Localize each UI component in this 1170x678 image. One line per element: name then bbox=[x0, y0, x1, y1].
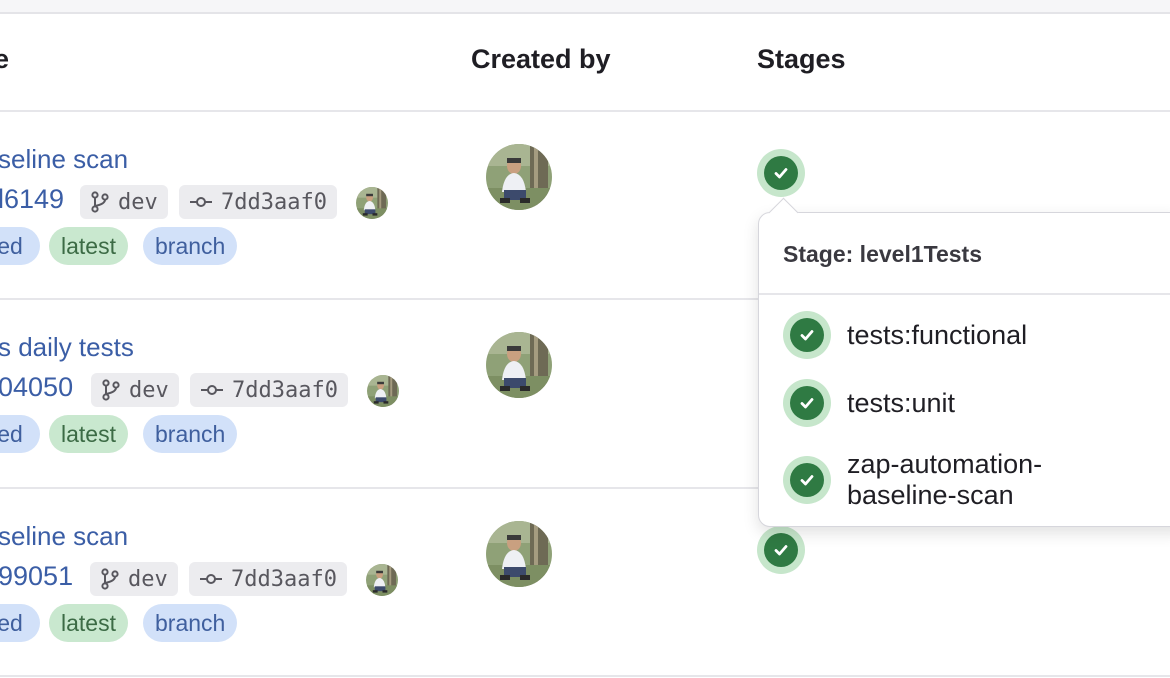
job-item-tests-functional[interactable]: tests:functional bbox=[783, 311, 1087, 359]
stage-status-button[interactable] bbox=[757, 149, 805, 197]
commit-hash: 7dd3aaf0 bbox=[231, 566, 337, 592]
check-circle-icon bbox=[797, 470, 817, 490]
job-name: zap-automation-baseline-scan bbox=[847, 449, 1043, 510]
badge-branch: branch bbox=[143, 604, 238, 642]
badge-branch: branch bbox=[143, 415, 238, 453]
commit-hash: 7dd3aaf0 bbox=[221, 189, 327, 215]
top-toolbar-band bbox=[0, 0, 1170, 14]
git-branch-icon bbox=[91, 191, 109, 213]
check-circle-icon bbox=[797, 325, 817, 345]
git-branch-icon bbox=[102, 379, 120, 401]
pipeline-title-link[interactable]: s daily tests bbox=[0, 332, 134, 363]
branch-name: dev bbox=[129, 377, 169, 403]
branch-ref[interactable]: dev bbox=[91, 373, 179, 407]
git-commit-icon bbox=[200, 574, 222, 584]
commit-author-avatar[interactable] bbox=[356, 187, 388, 219]
branch-name: dev bbox=[128, 566, 168, 592]
pipeline-id-link[interactable]: 04050 bbox=[0, 372, 73, 403]
branch-ref[interactable]: dev bbox=[80, 185, 168, 219]
badge-merged: ed bbox=[0, 604, 40, 642]
creator-avatar[interactable] bbox=[486, 144, 552, 210]
pipeline-title-link[interactable]: seline scan bbox=[0, 144, 128, 175]
check-circle-icon bbox=[771, 163, 791, 183]
commit-sha[interactable]: 7dd3aaf0 bbox=[179, 185, 337, 219]
creator-avatar[interactable] bbox=[486, 521, 552, 587]
popover-title: Stage: level1Tests bbox=[783, 241, 983, 267]
commit-hash: 7dd3aaf0 bbox=[232, 377, 338, 403]
branch-name: dev bbox=[118, 189, 158, 215]
pipeline-id-link[interactable]: 99051 bbox=[0, 561, 73, 592]
pipeline-id-link[interactable]: l6149 bbox=[0, 184, 64, 215]
commit-sha[interactable]: 7dd3aaf0 bbox=[190, 373, 348, 407]
job-name: tests:unit bbox=[847, 387, 956, 418]
git-commit-icon bbox=[201, 385, 223, 395]
column-header-created-by: Created by bbox=[471, 44, 611, 74]
stage-dropdown-popover: Stage: level1Tests tests:functional test… bbox=[758, 197, 1170, 527]
git-commit-icon bbox=[190, 197, 212, 207]
creator-avatar[interactable] bbox=[486, 332, 552, 398]
job-name: tests:functional bbox=[847, 319, 1028, 350]
commit-author-avatar[interactable] bbox=[366, 564, 398, 596]
badge-branch: branch bbox=[143, 227, 238, 265]
badge-latest: latest bbox=[49, 227, 128, 265]
column-header-pipeline: e bbox=[0, 44, 10, 74]
badge-latest: latest bbox=[49, 604, 128, 642]
git-branch-icon bbox=[101, 568, 119, 590]
popover-divider bbox=[759, 293, 1170, 295]
badge-merged: ed bbox=[0, 415, 40, 453]
check-circle-icon bbox=[771, 540, 791, 560]
column-header-stages: Stages bbox=[757, 44, 846, 74]
badge-latest: latest bbox=[49, 415, 128, 453]
job-item-zap-automation-baseline-scan[interactable]: zap-automation-baseline-scan bbox=[783, 449, 1077, 511]
job-item-tests-unit[interactable]: tests:unit bbox=[783, 379, 1087, 427]
stage-status-button[interactable] bbox=[757, 526, 805, 574]
check-circle-icon bbox=[797, 393, 817, 413]
pipeline-title-link[interactable]: seline scan bbox=[0, 521, 128, 552]
branch-ref[interactable]: dev bbox=[90, 562, 178, 596]
commit-author-avatar[interactable] bbox=[367, 375, 399, 407]
badge-merged: ed bbox=[0, 227, 40, 265]
commit-sha[interactable]: 7dd3aaf0 bbox=[189, 562, 347, 596]
